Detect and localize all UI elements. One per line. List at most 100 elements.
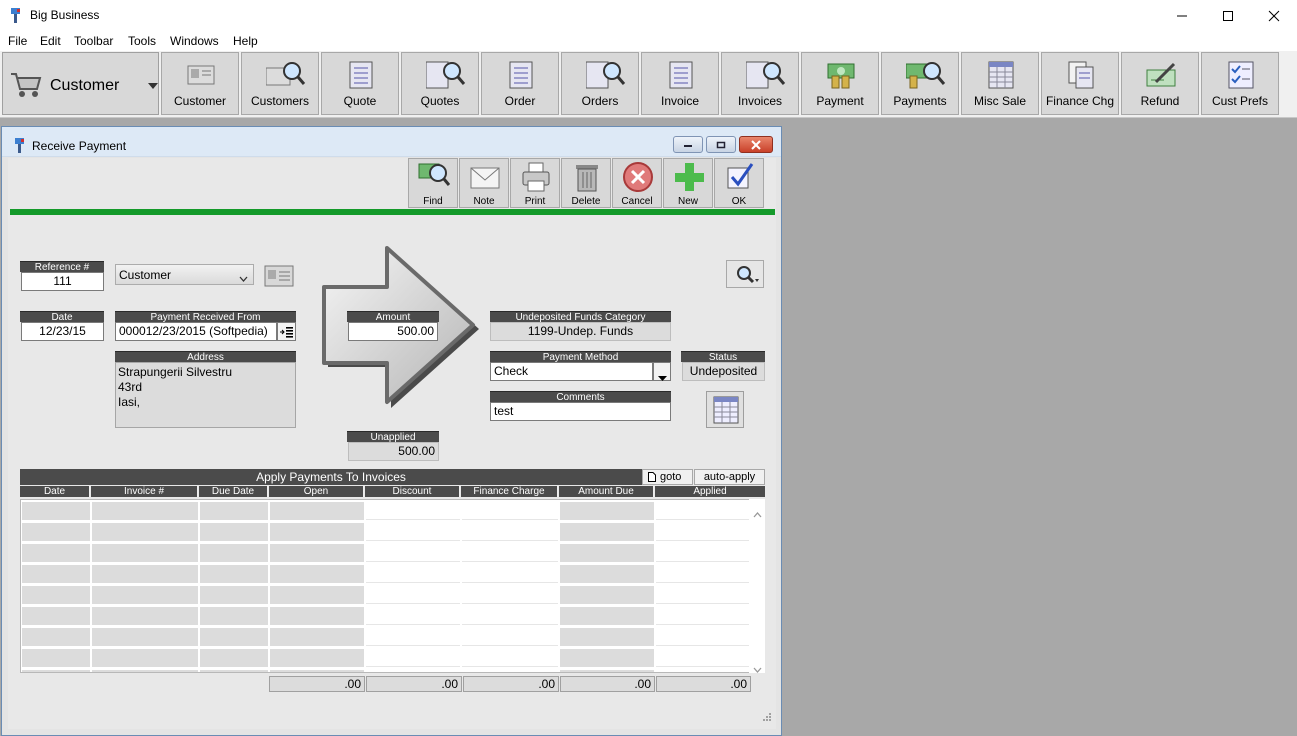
grid-cell[interactable]	[462, 670, 558, 672]
register-button[interactable]	[706, 391, 744, 428]
ok-button[interactable]: OK	[714, 158, 764, 208]
grid-cell[interactable]	[92, 523, 198, 541]
grid-cell[interactable]	[200, 607, 268, 625]
grid-cell[interactable]	[462, 649, 558, 667]
grid-cell[interactable]	[270, 607, 364, 625]
comments-field[interactable]: test	[490, 402, 671, 421]
toolbar-quotes-button[interactable]: Quotes	[401, 52, 479, 115]
received-from-field[interactable]: 000012/23/2015 (Softpedia)	[115, 322, 277, 341]
grid-cell[interactable]	[462, 502, 558, 520]
grid-cell[interactable]	[200, 565, 268, 583]
menu-edit[interactable]: Edit	[40, 34, 61, 48]
toolbar-order-button[interactable]: Order	[481, 52, 559, 115]
grid-cell[interactable]	[22, 628, 90, 646]
find-button[interactable]: Find	[408, 158, 458, 208]
payment-method-dropdown-button[interactable]	[653, 362, 671, 381]
grid-cell[interactable]	[200, 523, 268, 541]
toolbar-cust-prefs-button[interactable]: Cust Prefs	[1201, 52, 1279, 115]
toolbar-finance-chg-button[interactable]: Finance Chg	[1041, 52, 1119, 115]
grid-cell[interactable]	[22, 586, 90, 604]
column-applied[interactable]: Applied	[655, 486, 765, 497]
grid-cell[interactable]	[656, 523, 750, 541]
note-button[interactable]: Note	[459, 158, 509, 208]
menu-windows[interactable]: Windows	[170, 34, 219, 48]
grid-cell[interactable]	[462, 607, 558, 625]
toolbar-orders-button[interactable]: Orders	[561, 52, 639, 115]
new-button[interactable]: New	[663, 158, 713, 208]
grid-cell[interactable]	[366, 523, 460, 541]
grid-cell[interactable]	[270, 649, 364, 667]
grid-cell[interactable]	[22, 565, 90, 583]
menu-help[interactable]: Help	[233, 34, 258, 48]
date-field[interactable]: 12/23/15	[21, 322, 104, 341]
grid-cell[interactable]	[366, 586, 460, 604]
grid-cell[interactable]	[366, 502, 460, 520]
menu-tools[interactable]: Tools	[128, 34, 156, 48]
grid-cell[interactable]	[560, 544, 654, 562]
grid-cell[interactable]	[200, 502, 268, 520]
grid-cell[interactable]	[270, 670, 364, 672]
grid-cell[interactable]	[560, 607, 654, 625]
toolbar-customer-button[interactable]: Customer	[161, 52, 239, 115]
toolbar-payment-button[interactable]: Payment	[801, 52, 879, 115]
grid-cell[interactable]	[92, 586, 198, 604]
grid-cell[interactable]	[656, 586, 750, 604]
toolbar-payments-button[interactable]: Payments	[881, 52, 959, 115]
grid-cell[interactable]	[462, 586, 558, 604]
grid-cell[interactable]	[270, 628, 364, 646]
column-open[interactable]: Open	[269, 486, 364, 497]
grid-cell[interactable]	[270, 502, 364, 520]
grid-cell[interactable]	[92, 628, 198, 646]
child-restore-button[interactable]	[706, 136, 736, 153]
grid-cell[interactable]	[656, 628, 750, 646]
grid-cell[interactable]	[462, 523, 558, 541]
minimize-button[interactable]	[1159, 0, 1205, 31]
grid-cell[interactable]	[92, 565, 198, 583]
grid-cell[interactable]	[22, 607, 90, 625]
grid-cell[interactable]	[560, 502, 654, 520]
grid-cell[interactable]	[22, 544, 90, 562]
grid-cell[interactable]	[92, 649, 198, 667]
grid-cell[interactable]	[22, 502, 90, 520]
grid-cell[interactable]	[200, 670, 268, 672]
grid-cell[interactable]	[22, 523, 90, 541]
amount-field[interactable]: 500.00	[348, 322, 438, 341]
grid-cell[interactable]	[200, 586, 268, 604]
grid-cell[interactable]	[366, 607, 460, 625]
grid-cell[interactable]	[462, 628, 558, 646]
goto-button[interactable]: goto	[642, 469, 693, 485]
grid-cell[interactable]	[656, 607, 750, 625]
grid-cell[interactable]	[560, 586, 654, 604]
reference-field[interactable]: 111	[21, 272, 104, 291]
toolbar-customers-button[interactable]: Customers	[241, 52, 319, 115]
grid-cell[interactable]	[560, 565, 654, 583]
grid-cell[interactable]	[656, 502, 750, 520]
grid-cell[interactable]	[656, 565, 750, 583]
grid-cell[interactable]	[92, 502, 198, 520]
toolbar-quote-button[interactable]: Quote	[321, 52, 399, 115]
grid-scrollbar[interactable]	[749, 499, 765, 673]
column-amount-due[interactable]: Amount Due	[559, 486, 654, 497]
grid-cell[interactable]	[560, 670, 654, 672]
grid-cell[interactable]	[200, 649, 268, 667]
undeposited-category-field[interactable]: 1199-Undep. Funds	[490, 322, 671, 341]
customer-card-button[interactable]	[264, 263, 294, 289]
grid-cell[interactable]	[462, 544, 558, 562]
entity-type-select[interactable]: Customer	[115, 264, 254, 285]
grid-cell[interactable]	[560, 628, 654, 646]
grid-cell[interactable]	[22, 670, 90, 672]
address-field[interactable]: Strapungerii Silvestru 43rd Iasi,	[115, 362, 296, 428]
payment-method-field[interactable]: Check	[490, 362, 653, 381]
close-button[interactable]	[1251, 0, 1297, 31]
cancel-button[interactable]: Cancel	[612, 158, 662, 208]
grid-cell[interactable]	[366, 628, 460, 646]
grid-cell[interactable]	[92, 607, 198, 625]
grid-cell[interactable]	[366, 565, 460, 583]
module-selector[interactable]: Customer	[2, 52, 159, 115]
grid-cell[interactable]	[270, 586, 364, 604]
grid-cell[interactable]	[366, 649, 460, 667]
search-button[interactable]	[726, 260, 764, 288]
grid-cell[interactable]	[92, 670, 198, 672]
grid-cell[interactable]	[92, 544, 198, 562]
menu-toolbar[interactable]: Toolbar	[74, 34, 113, 48]
